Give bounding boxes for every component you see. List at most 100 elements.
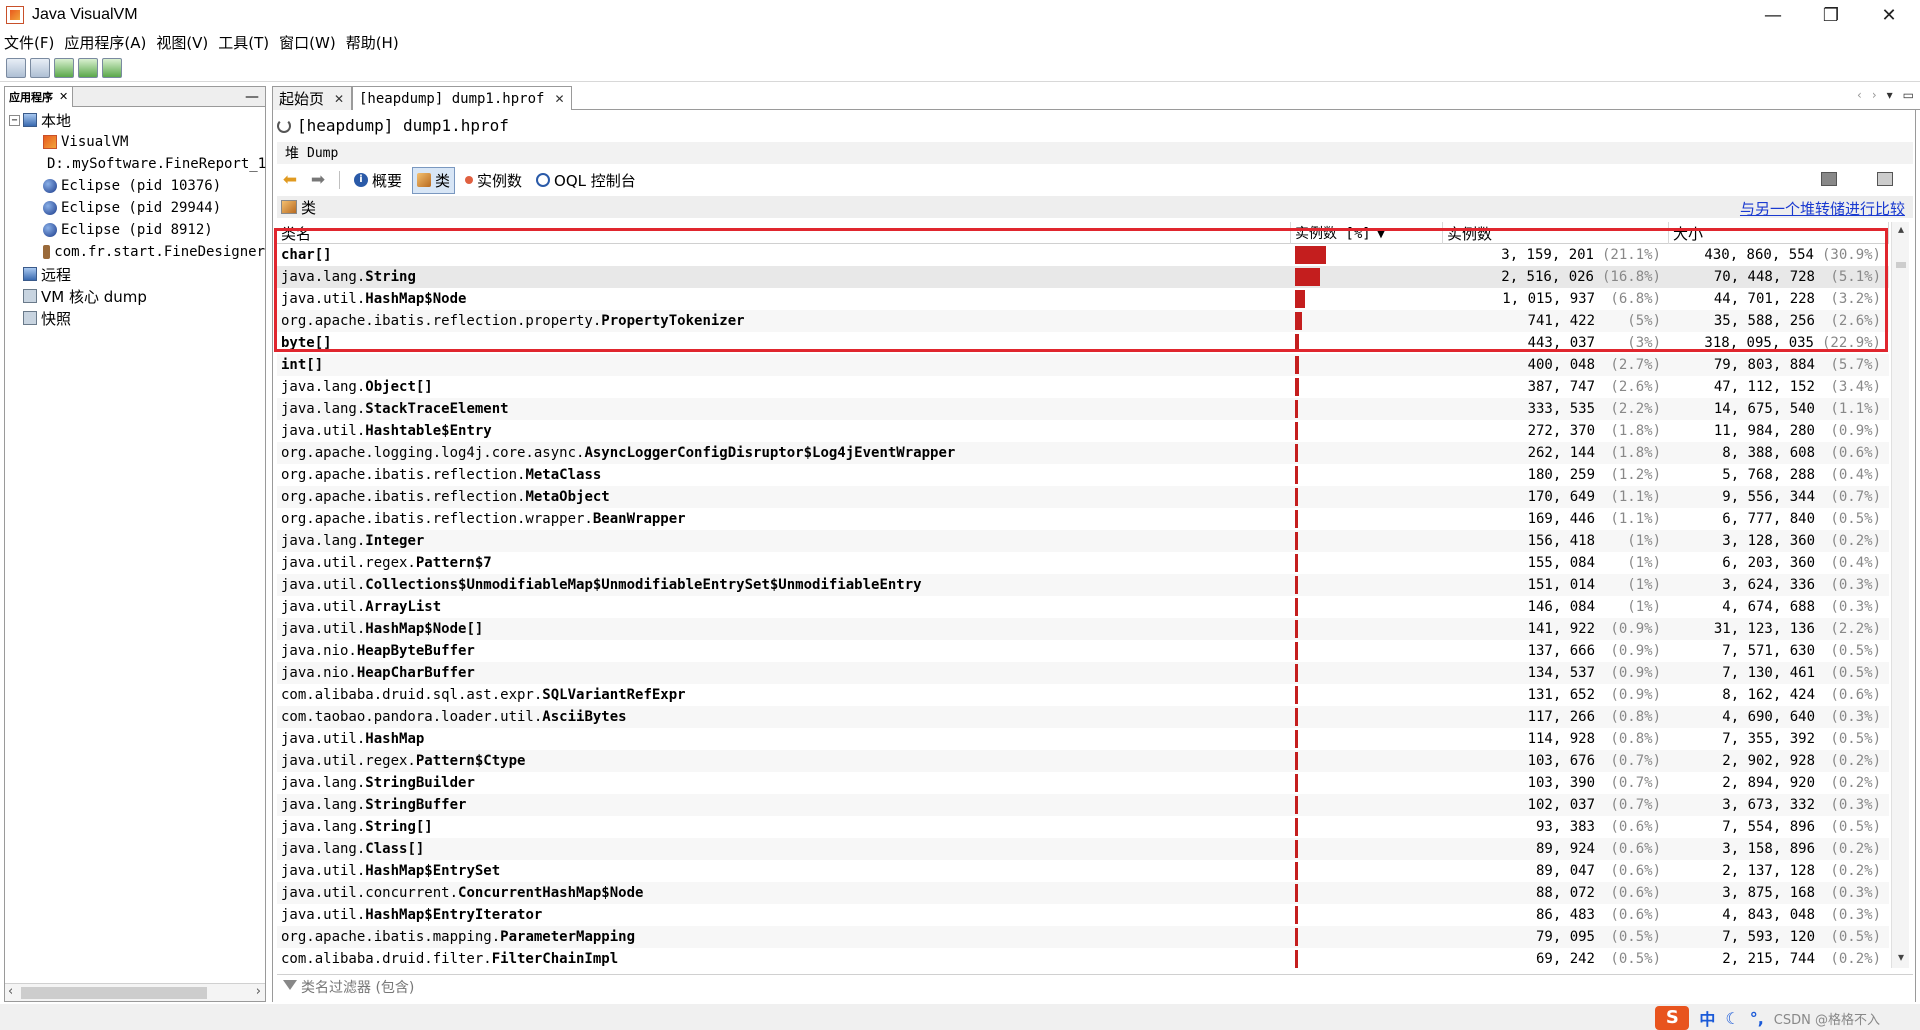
table-row[interactable]: java.util. HashMap$EntrySet 89, 047 (0.6%) 2… [277,860,1889,882]
sogou-logo-icon[interactable]: S [1655,1006,1690,1030]
maximize-button[interactable]: ❐ [1802,0,1860,30]
instances-view-button[interactable]: 实例数 [461,168,526,193]
table-row[interactable]: char[] 3, 159, 201 (21.1%) 430, 860, 554 (30… [277,244,1889,266]
table-row[interactable]: int[] 400, 048 (2.7%) 79, 803, 884 (5.7%) [277,354,1889,376]
column-header-instances-percent[interactable]: 实例数 [%] ▼ [1291,222,1443,244]
table-row[interactable]: org.apache.ibatis.mapping. ParameterMappi… [277,926,1889,948]
summary-view-button[interactable]: i 概要 [350,168,406,193]
table-row[interactable]: java.util. ArrayList 146, 084 (1%) 4, 674, 6… [277,596,1889,618]
size-value: 430, 860, 554 [1704,247,1814,263]
menu-application[interactable]: 应用程序(A) [64,32,146,53]
ime-language[interactable]: 中 [1699,1006,1715,1030]
scroll-down-icon[interactable]: ▾ [1892,950,1910,968]
print-icon[interactable] [1877,172,1893,186]
table-row[interactable]: java.lang. Integer 156, 418 (1%) 3, 128, 360… [277,530,1889,552]
tree-item[interactable]: D:.mySoftware.FineReport_1 [5,153,266,175]
table-row[interactable]: org.apache.ibatis.reflection. MetaClass 18… [277,464,1889,486]
table-row[interactable]: org.apache.logging.log4j.core.async. Asyn… [277,442,1889,464]
scroll-right-icon[interactable]: › [256,984,261,999]
column-header-name[interactable]: 类名 [277,222,1291,244]
table-row[interactable]: java.lang. String[] 93, 383 (0.6%) 7, 554, 8… [277,816,1889,838]
tree-leaf-icon[interactable] [9,312,20,324]
table-row[interactable]: java.nio. HeapByteBuffer 137, 666 (0.9%) 7, … [277,640,1889,662]
tab-start-page[interactable]: 起始页 ✕ [272,86,352,110]
menu-window[interactable]: 窗口(W) [279,32,336,53]
tree-item[interactable]: Eclipse (pid 29944) [5,197,265,219]
scroll-tabs-right-icon[interactable]: › [1872,88,1877,102]
tab-heapdump[interactable]: [heapdump] dump1.hprof ✕ [352,86,572,111]
table-row[interactable]: java.util.concurrent. ConcurrentHashMap$N… [277,882,1889,904]
tree-item[interactable]: 快照 [5,307,265,329]
table-row[interactable]: java.util. HashMap$Node[] 141, 922 (0.9%) 31… [277,618,1889,640]
tree-leaf-icon[interactable] [9,268,20,280]
tab-list-dropdown-icon[interactable]: ▾ [1887,88,1893,102]
table-row[interactable]: java.lang. Class[] 89, 924 (0.6%) 3, 158, 89… [277,838,1889,860]
tree-item[interactable]: Eclipse (pid 10376) [5,175,265,197]
restore-window-icon[interactable]: ▭ [1903,88,1914,102]
oql-console-button[interactable]: OQL 控制台 [532,168,640,193]
scroll-tabs-left-icon[interactable]: ‹ [1857,88,1862,102]
close-icon[interactable]: ✕ [554,92,564,106]
class-filter-input[interactable]: 类名过滤器 (包含) [301,977,414,997]
table-row[interactable]: java.lang. String 2, 516, 026 (16.8%) 70, 44… [277,266,1889,288]
minimize-button[interactable]: — [1744,0,1802,30]
table-row[interactable]: java.lang. StringBuilder 103, 390 (0.7%) 2, … [277,772,1889,794]
table-row[interactable]: org.apache.ibatis.reflection. MetaObject 1… [277,486,1889,508]
menu-help[interactable]: 帮助(H) [346,32,399,53]
tree-item[interactable]: Eclipse (pid 8912) [5,219,265,241]
column-header-size[interactable]: 大小 [1669,222,1889,244]
table-row[interactable]: java.lang. StringBuffer 102, 037 (0.7%) 3, 6… [277,794,1889,816]
class-filter-bar[interactable]: 类名过滤器 (包含) [277,974,1913,998]
table-row[interactable]: java.util. HashMap 114, 928 (0.8%) 7, 355, 3… [277,728,1889,750]
close-button[interactable]: ✕ [1860,0,1918,30]
table-row[interactable]: org.apache.ibatis.reflection.wrapper. Bea… [277,508,1889,530]
add-remote-host-icon[interactable] [54,57,74,78]
classes-view-button[interactable]: 类 [412,166,456,194]
compare-heapdump-link[interactable]: 与另一个堆转储进行比较 [1740,198,1905,219]
scroll-thumb[interactable] [21,987,207,999]
add-coredump-icon[interactable] [102,57,122,78]
table-row[interactable]: java.util. Hashtable$Entry 272, 370 (1.8%) 1… [277,420,1889,442]
close-icon[interactable]: ✕ [59,90,68,103]
table-row[interactable]: org.apache.ibatis.reflection.property. Pr… [277,310,1889,332]
load-snapshot-icon[interactable] [6,57,26,78]
forward-arrow-icon[interactable]: ➡ [307,171,329,189]
save-heapdump-icon[interactable] [1821,172,1837,186]
table-row[interactable]: com.taobao.pandora.loader.util. AsciiByte… [277,706,1889,728]
horizontal-scrollbar[interactable]: ‹ › [5,983,265,1001]
table-row[interactable]: java.lang. StackTraceElement 333, 535 (2.2%… [277,398,1889,420]
table-row[interactable]: java.util. Collections$UnmodifiableMap$Un… [277,574,1889,596]
table-row[interactable]: java.util.regex. Pattern$7 155, 084 (1%) 6, … [277,552,1889,574]
scroll-thumb[interactable] [1896,262,1906,268]
menu-file[interactable]: 文件(F) [4,32,54,53]
add-jmx-connection-icon[interactable] [78,57,98,78]
save-icon[interactable] [30,57,50,78]
column-header-instances[interactable]: 实例数 [1443,222,1669,244]
table-row[interactable]: java.nio. HeapCharBuffer 134, 537 (0.9%) 7, … [277,662,1889,684]
vertical-scrollbar[interactable]: ▴ ▾ [1891,222,1909,968]
tree-item[interactable]: − 本地 [5,109,265,131]
tree-item[interactable]: VisualVM [5,131,265,153]
moon-icon[interactable]: ☾ [1725,1009,1739,1028]
table-row[interactable]: java.util. HashMap$EntryIterator 86, 483 (0… [277,904,1889,926]
table-row[interactable]: byte[] 443, 037 (3%) 318, 095, 035 (22.9%) [277,332,1889,354]
minimize-panel-button[interactable]: — [245,89,259,105]
table-row[interactable]: java.util. HashMap$Node 1, 015, 937 (6.8%) 4… [277,288,1889,310]
applications-tab[interactable]: 应用程序 ✕ [5,86,74,107]
scroll-left-icon[interactable]: ‹ [8,984,13,999]
tree-item[interactable]: 远程 [5,263,265,285]
menu-tools[interactable]: 工具(T) [218,32,269,53]
punctuation-icon[interactable]: °, [1750,1009,1764,1028]
tree-leaf-icon[interactable] [9,290,20,302]
table-row[interactable]: java.lang. Object[] 387, 747 (2.6%) 47, 112,… [277,376,1889,398]
table-row[interactable]: com.alibaba.druid.sql.ast.expr. SQLVarian… [277,684,1889,706]
close-icon[interactable]: ✕ [334,92,344,106]
scroll-up-icon[interactable]: ▴ [1892,222,1910,240]
tree-item[interactable]: com.fr.start.FineDesigner [5,241,265,263]
back-arrow-icon[interactable]: ⬅ [279,171,301,189]
collapse-icon[interactable]: − [9,114,20,126]
table-row[interactable]: java.util.regex. Pattern$Ctype 103, 676 (0.… [277,750,1889,772]
tree-item[interactable]: VM 核心 dump [5,285,265,307]
table-row[interactable]: com.alibaba.druid.filter. FilterChainImpl… [277,948,1889,968]
menu-view[interactable]: 视图(V) [156,32,208,53]
